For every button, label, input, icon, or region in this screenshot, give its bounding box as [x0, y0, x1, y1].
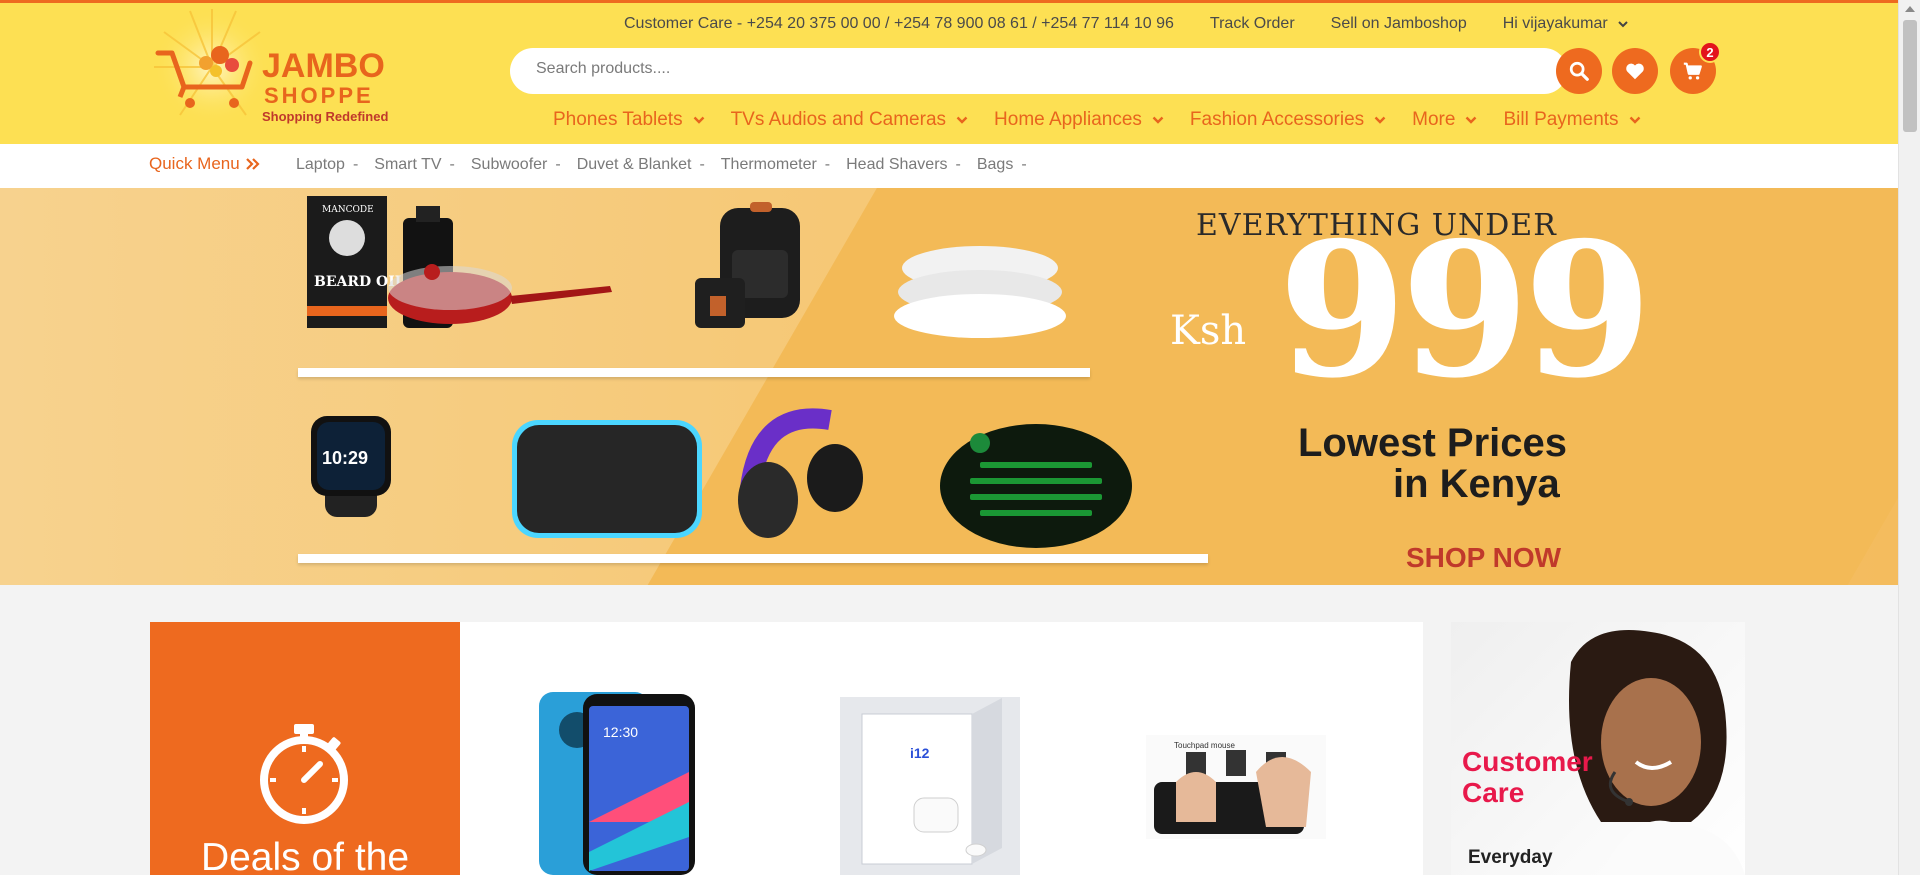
quick-menu-links: Laptop - Smart TV - Subwoofer - Duvet & Bla…	[296, 156, 1035, 174]
phone-screen-time: 12:30	[603, 724, 638, 740]
product-card[interactable]: i12	[840, 622, 1020, 875]
quick-menu-bar: Quick Menu Laptop - Smart TV - Subwoofer - …	[0, 144, 1898, 188]
customer-care-title-line2: Care	[1462, 777, 1525, 808]
separator: -	[824, 156, 831, 173]
banner-price: 999	[1278, 201, 1652, 419]
banner-products-illustration: BEARD OIL MANCODE 10:29	[307, 196, 1132, 548]
promo-banner[interactable]: BEARD OIL MANCODE 10:29 EVERYTHING UNDER…	[0, 188, 1898, 585]
site-header: JAMBO SHOPPE Shopping Redefined Customer…	[0, 0, 1898, 144]
nav-label: More	[1412, 109, 1456, 130]
quick-link-duvet-blanket[interactable]: Duvet & Blanket	[577, 156, 692, 174]
banner-subtitle-line2: in Kenya	[1393, 462, 1560, 506]
banner-subtitle-line1: Lowest Prices	[1298, 421, 1568, 465]
mancode-brand-label: MANCODE	[322, 205, 374, 215]
sell-link[interactable]: Sell on Jamboshop	[1331, 15, 1467, 33]
quick-link-subwoofer[interactable]: Subwoofer	[471, 156, 548, 174]
nav-label: Phones Tablets	[553, 109, 683, 130]
logo-tagline: Shopping Redefined	[262, 109, 388, 124]
stopwatch-icon	[260, 724, 348, 824]
banner-currency: Ksh	[1170, 308, 1247, 354]
customer-care-subtitle: Everyday	[1468, 847, 1553, 868]
nav-label: Fashion Accessories	[1189, 109, 1365, 130]
separator: -	[699, 156, 705, 173]
vertical-scrollbar[interactable]	[1898, 0, 1920, 875]
scroll-up-arrow-icon[interactable]	[1905, 6, 1915, 12]
nav-label: Home Appliances	[994, 109, 1142, 130]
product-image-phone: 12:30	[539, 692, 695, 875]
deals-title: Deals of the	[200, 836, 410, 875]
separator: -	[955, 156, 961, 173]
quick-link-bags[interactable]: Bags	[977, 156, 1013, 174]
banner-shelf-bottom	[298, 554, 1208, 563]
product-image-earbuds: i12	[840, 697, 1020, 875]
quick-menu-label: Quick Menu	[149, 154, 240, 173]
nav-bill-payments[interactable]: Bill Payments	[1503, 109, 1640, 131]
banner-shelf-top	[298, 368, 1090, 377]
track-order-link[interactable]: Track Order	[1210, 15, 1295, 33]
double-chevron-right-icon	[245, 158, 260, 170]
user-menu[interactable]: Hi vijayakumar	[1503, 15, 1628, 33]
deals-product-carousel: 12:30 i12 Touchpad mouse	[460, 622, 1423, 875]
logo-line1: JAMBO	[262, 47, 385, 85]
jambo-shoppe-logo[interactable]: JAMBO SHOPPE Shopping Redefined	[150, 7, 390, 125]
chevron-down-icon	[693, 116, 704, 124]
search-button[interactable]	[1556, 48, 1602, 94]
user-greeting: Hi vijayakumar	[1502, 15, 1608, 32]
earbuds-box-label: i12	[910, 745, 930, 761]
chevron-down-icon	[1629, 116, 1640, 124]
separator: -	[352, 156, 359, 173]
customer-care-title-line1: Customer	[1462, 746, 1593, 777]
quick-menu-toggle[interactable]: Quick Menu	[149, 154, 260, 174]
customer-care-title: Customer Care	[1462, 746, 1593, 808]
search-bar	[510, 48, 1567, 94]
deals-of-the-day-panel[interactable]: Deals of the	[150, 622, 460, 875]
logo-line2: SHOPPE	[264, 83, 374, 108]
cart-count-badge: 2	[1699, 41, 1721, 63]
quick-link-thermometer[interactable]: Thermometer	[721, 156, 817, 174]
keyboard-label: Touchpad mouse	[1174, 741, 1235, 750]
chevron-down-icon	[1152, 116, 1164, 124]
chevron-down-icon	[1466, 116, 1477, 124]
main-nav: Phones Tablets TVs Audios and Cameras Ho…	[553, 109, 1641, 131]
separator: -	[555, 156, 561, 173]
nav-home-appliances[interactable]: Home Appliances	[994, 109, 1164, 131]
product-image-keyboard: Touchpad mouse	[1146, 735, 1326, 839]
nav-fashion-accessories[interactable]: Fashion Accessories	[1190, 109, 1386, 131]
customer-care-card[interactable]: Customer Care Everyday	[1451, 622, 1745, 875]
quick-link-smart-tv[interactable]: Smart TV	[374, 156, 441, 174]
product-card[interactable]: Touchpad mouse	[1146, 622, 1326, 875]
search-icon	[1569, 61, 1589, 81]
chevron-down-icon	[1617, 21, 1628, 28]
separator: -	[1021, 156, 1027, 173]
heart-icon	[1626, 63, 1644, 80]
nav-tvs-audios-cameras[interactable]: TVs Audios and Cameras	[731, 109, 968, 131]
search-input[interactable]	[536, 60, 1496, 78]
nav-more[interactable]: More	[1412, 109, 1477, 131]
nav-label: Bill Payments	[1503, 109, 1619, 130]
nav-phones-tablets[interactable]: Phones Tablets	[553, 109, 705, 131]
customer-care-text: Customer Care - +254 20 375 00 00 / +254…	[624, 15, 1174, 32]
top-links-bar: Customer Care - +254 20 375 00 00 / +254…	[624, 15, 1628, 33]
quick-link-head-shavers[interactable]: Head Shavers	[846, 156, 947, 174]
product-card[interactable]: 12:30	[537, 622, 697, 875]
scrollbar-thumb[interactable]	[1903, 20, 1917, 132]
chevron-down-icon	[956, 116, 968, 124]
wishlist-button[interactable]	[1612, 48, 1658, 94]
cart-icon	[1683, 62, 1702, 80]
quick-link-laptop[interactable]: Laptop	[296, 156, 345, 174]
chevron-down-icon	[1374, 116, 1386, 124]
separator: -	[449, 156, 455, 173]
shop-now-button[interactable]: SHOP NOW	[1406, 542, 1561, 574]
watch-time-label: 10:29	[322, 448, 368, 468]
cart-button[interactable]: 2	[1670, 41, 1721, 94]
nav-label: TVs Audios and Cameras	[730, 109, 947, 130]
